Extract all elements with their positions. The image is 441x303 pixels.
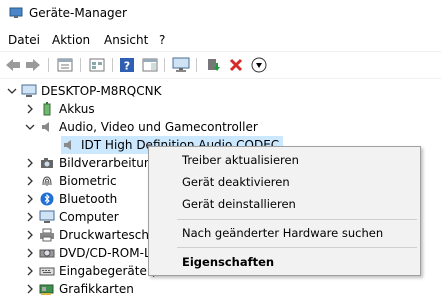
- tree-item-akkus[interactable]: Akkus: [24, 100, 95, 118]
- tree-item-label: Eingabegeräte (I: [59, 264, 159, 278]
- chevron-right-icon[interactable]: [24, 193, 36, 205]
- camera-icon: [39, 156, 55, 170]
- toolbar-separator: [112, 58, 113, 72]
- chevron-right-icon[interactable]: [24, 265, 36, 277]
- computer-icon: [21, 84, 37, 98]
- menu-datei[interactable]: Datei: [8, 33, 40, 47]
- svg-text:?: ?: [124, 60, 130, 73]
- menu-item-uninstall-device[interactable]: Gerät deinstallieren: [182, 197, 296, 211]
- chevron-right-icon[interactable]: [24, 103, 36, 115]
- speaker-icon: [61, 138, 77, 152]
- update-driver-icon[interactable]: [204, 56, 222, 74]
- tree-item-label: Grafikkarten: [59, 282, 134, 296]
- chevron-right-icon[interactable]: [24, 211, 36, 223]
- chevron-right-icon[interactable]: [24, 247, 36, 259]
- tree-item-computer[interactable]: Computer: [24, 208, 119, 226]
- fingerprint-icon: [39, 174, 55, 188]
- menu-aktion[interactable]: Aktion: [52, 33, 90, 47]
- tree-item-label: DVD/CD-ROM-L: [59, 246, 151, 260]
- tree-item-dvd[interactable]: DVD/CD-ROM-L: [24, 244, 151, 262]
- toolbar-separator: [80, 58, 81, 72]
- device-manager-app-icon: [9, 7, 23, 19]
- tree-item-eingabegeraete[interactable]: Eingabegeräte (I: [24, 262, 159, 280]
- back-icon[interactable]: [4, 56, 22, 74]
- menu-help[interactable]: ?: [159, 33, 165, 47]
- tree-item-label: Bluetooth: [59, 192, 118, 206]
- speaker-icon: [39, 120, 55, 134]
- disable-icon[interactable]: [250, 56, 268, 74]
- toolbar: ?: [0, 51, 441, 79]
- menu-bar: Datei Aktion Ansicht ?: [0, 30, 441, 50]
- tree-item-grafikkarten[interactable]: Grafikkarten: [24, 280, 134, 298]
- tree-item-biometric[interactable]: Biometric: [24, 172, 117, 190]
- uninstall-icon[interactable]: [227, 56, 245, 74]
- view-icon[interactable]: [88, 56, 106, 74]
- chevron-down-icon[interactable]: [6, 85, 18, 97]
- tree-item-label: Akkus: [59, 102, 95, 116]
- tree-item-label: Audio, Video und Gamecontroller: [59, 120, 258, 134]
- toolbar-separator: [164, 58, 165, 72]
- battery-icon: [39, 102, 55, 116]
- toolbar-separator: [48, 58, 49, 72]
- chevron-right-icon[interactable]: [24, 229, 36, 241]
- chevron-right-icon[interactable]: [24, 283, 36, 295]
- tree-root-label: DESKTOP-M8RQCNK: [41, 84, 162, 98]
- window-title: Geräte-Manager: [29, 6, 127, 20]
- properties-icon[interactable]: [56, 56, 74, 74]
- toolbar-separator: [196, 58, 197, 72]
- printer-icon: [39, 228, 55, 242]
- menu-item-scan-hardware[interactable]: Nach geänderter Hardware suchen: [182, 226, 383, 240]
- chevron-right-icon[interactable]: [24, 175, 36, 187]
- tree-root[interactable]: DESKTOP-M8RQCNK: [6, 82, 161, 100]
- menu-item-disable-device[interactable]: Gerät deaktivieren: [182, 175, 290, 189]
- menu-item-update-driver[interactable]: Treiber aktualisieren: [182, 153, 299, 167]
- tree-item-label: Biometric: [59, 174, 117, 188]
- tree-item-bildverarbeitung[interactable]: Bildverarbeitung: [24, 154, 159, 172]
- tree-item-label: Druckwarteschla: [59, 228, 160, 242]
- help-icon[interactable]: ?: [118, 56, 136, 74]
- display-adapter-icon: [39, 282, 55, 296]
- context-menu: Treiber aktualisieren Gerät deaktivieren…: [148, 146, 421, 276]
- keyboard-icon: [39, 264, 55, 278]
- action-panel-icon[interactable]: [141, 56, 159, 74]
- chevron-right-icon[interactable]: [24, 157, 36, 169]
- tree-item-label: Bildverarbeitung: [59, 156, 160, 170]
- disc-drive-icon: [39, 246, 55, 260]
- forward-icon[interactable]: [24, 56, 42, 74]
- tree-item-label: Computer: [59, 210, 119, 224]
- menu-separator: [177, 219, 417, 220]
- bluetooth-icon: [39, 192, 55, 206]
- tree-item-druckwarteschlange[interactable]: Druckwarteschla: [24, 226, 160, 244]
- scan-hardware-icon[interactable]: [172, 56, 190, 74]
- menu-ansicht[interactable]: Ansicht: [104, 33, 148, 47]
- tree-item-bluetooth[interactable]: Bluetooth: [24, 190, 117, 208]
- chevron-down-icon[interactable]: [24, 121, 36, 133]
- tree-item-audio[interactable]: Audio, Video und Gamecontroller: [24, 118, 258, 136]
- title-bar: Geräte-Manager: [0, 0, 441, 28]
- menu-item-properties[interactable]: Eigenschaften: [182, 255, 274, 269]
- menu-separator: [177, 247, 417, 248]
- monitor-icon: [39, 210, 55, 224]
